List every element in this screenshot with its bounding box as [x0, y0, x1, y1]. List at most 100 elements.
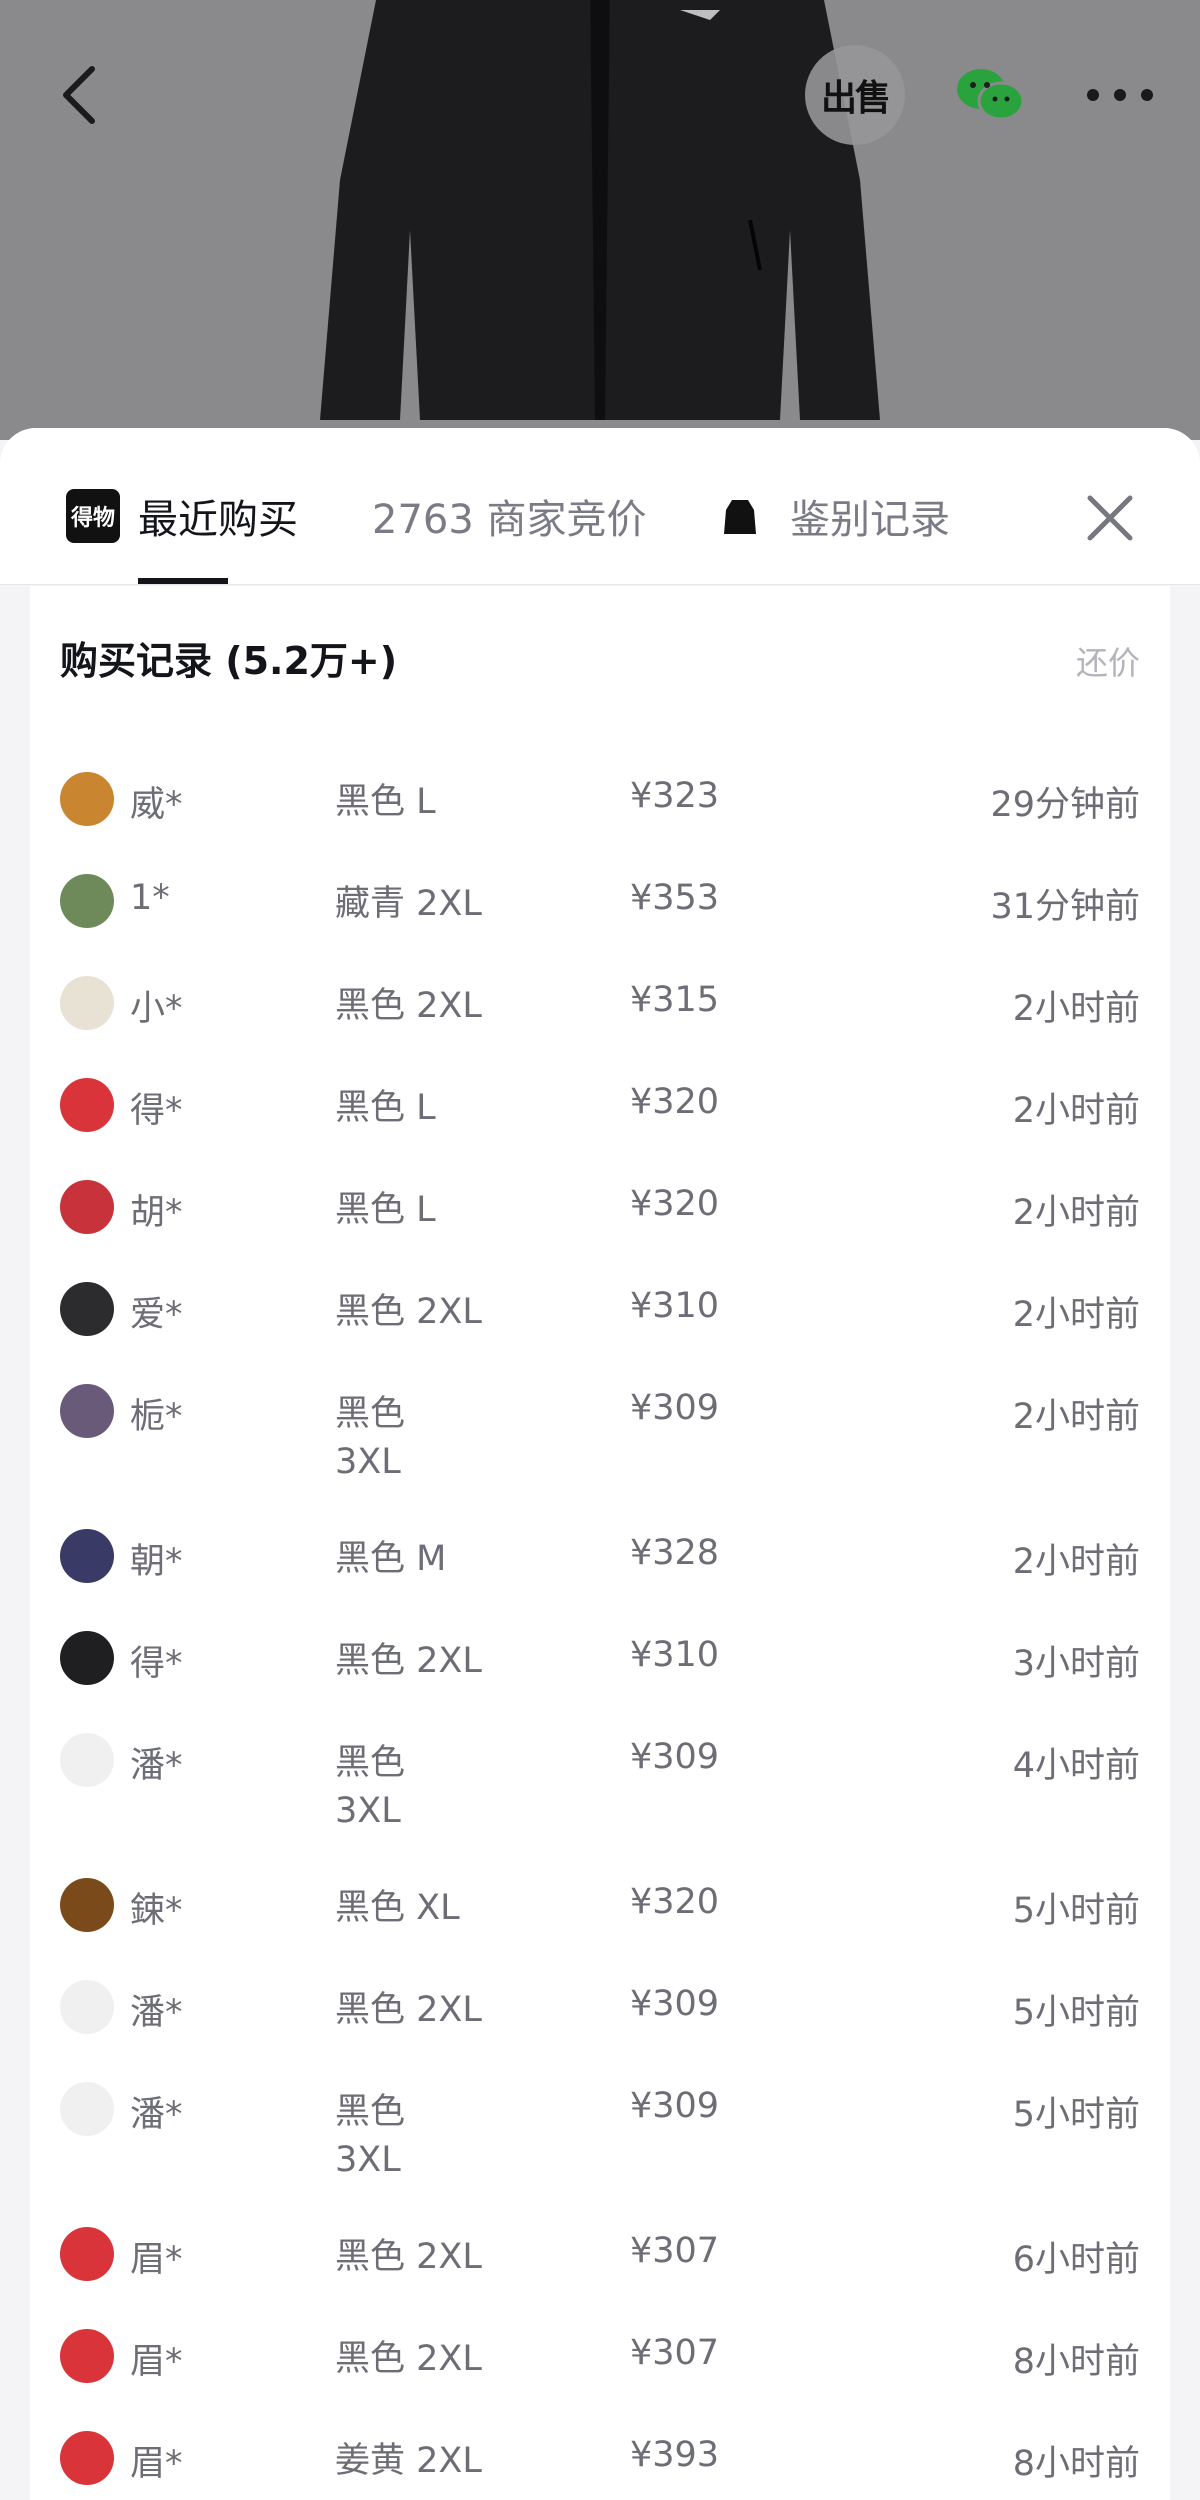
sku-color: 黑色	[335, 1888, 417, 1928]
sku-size: XL	[416, 1888, 460, 1928]
sku-spec: 黑色 2XL	[335, 1288, 482, 1336]
jacket-thumbnail-icon	[724, 500, 756, 534]
sku-size: 2XL	[416, 2441, 482, 2481]
ellipsis-icon	[1087, 89, 1153, 101]
tab-authentication-records[interactable]: 鉴别记录	[720, 486, 950, 546]
user-avatar	[60, 2431, 114, 2485]
user-avatar	[60, 1384, 114, 1438]
sku-spec: 黑色 L	[335, 778, 436, 826]
sell-label: 出售	[820, 78, 891, 119]
sku-spec: 黑色 2XL	[335, 1986, 482, 2034]
purchase-time: 5小时前	[1012, 1891, 1140, 1931]
user-name: 潘*	[130, 2095, 183, 2135]
tab-auth-label: 鉴别记录	[790, 497, 950, 543]
user-avatar	[60, 2082, 114, 2136]
price: ¥320	[630, 1082, 720, 1122]
user-name: 眉*	[130, 2342, 183, 2382]
close-icon	[1087, 495, 1133, 541]
sku-spec: 黑色 2XL	[335, 982, 482, 1030]
sku-spec: 黑色 3XL	[335, 2088, 405, 2184]
wechat-icon	[957, 69, 1025, 121]
sku-spec: 黑色 L	[335, 1084, 436, 1132]
purchase-time: 5小时前	[1012, 1993, 1140, 2033]
user-avatar	[60, 1529, 114, 1583]
sku-size: 2XL	[416, 2339, 482, 2379]
user-name: 朝*	[130, 1542, 183, 1582]
user-name: 潘*	[130, 1746, 183, 1786]
price: ¥320	[630, 1184, 720, 1224]
user-avatar	[60, 1878, 114, 1932]
purchase-time: 2小时前	[1012, 1397, 1140, 1437]
sku-size: L	[416, 1190, 436, 1230]
sku-spec: 黑色 2XL	[335, 2335, 482, 2383]
tab-bar: 得物 最近购买 2763 商家竞价 鉴别记录	[0, 428, 1200, 585]
purchase-time: 2小时前	[1012, 1295, 1140, 1335]
purchase-time: 3小时前	[1012, 1644, 1140, 1684]
sku-color: 黑色	[335, 1088, 417, 1128]
user-name: 爱*	[130, 1295, 183, 1335]
user-name: 栀*	[130, 1397, 183, 1437]
purchase-time: 6小时前	[1012, 2240, 1140, 2280]
sku-spec: 黑色 L	[335, 1186, 436, 1234]
purchase-time: 4小时前	[1012, 1746, 1140, 1786]
price: ¥393	[630, 2435, 720, 2475]
user-name: 眉*	[130, 2444, 183, 2484]
sku-spec: 黑色 M	[335, 1535, 446, 1583]
sku-spec: 姜黄 2XL	[335, 2437, 482, 2485]
sku-size: 3XL	[335, 1442, 401, 1482]
sku-color: 黑色	[335, 782, 417, 822]
close-button[interactable]	[1080, 488, 1140, 548]
sku-color: 黑色	[335, 1190, 417, 1230]
price: ¥309	[630, 1984, 720, 2024]
user-avatar	[60, 2329, 114, 2383]
sku-color: 藏青	[335, 884, 417, 924]
sku-color: 黑色	[335, 2237, 417, 2277]
sku-spec: 黑色 3XL	[335, 1739, 405, 1835]
price: ¥353	[630, 878, 720, 918]
user-avatar	[60, 1078, 114, 1132]
chevron-left-icon	[63, 66, 95, 124]
sku-color: 黑色	[335, 1990, 417, 2030]
purchase-time: 8小时前	[1012, 2342, 1140, 2382]
user-name: 得*	[130, 1091, 183, 1131]
purchase-time: 2小时前	[1012, 989, 1140, 1029]
user-name: 得*	[130, 1644, 183, 1684]
user-avatar	[60, 1631, 114, 1685]
user-avatar	[60, 772, 114, 826]
price: ¥307	[630, 2231, 720, 2271]
user-avatar	[60, 976, 114, 1030]
price: ¥320	[630, 1882, 720, 1922]
sku-color: 黑色	[335, 2339, 417, 2379]
back-button[interactable]	[50, 60, 110, 130]
counter-offer-link[interactable]: 还价	[1076, 638, 1140, 684]
sku-size: 2XL	[416, 1641, 482, 1681]
sku-spec: 黑色 2XL	[335, 1637, 482, 1685]
sku-spec: 黑色 3XL	[335, 1390, 405, 1486]
sku-color: 黑色	[335, 986, 417, 1026]
tab-recent-label: 最近购买	[138, 497, 298, 543]
purchase-time: 29分钟前	[990, 785, 1140, 825]
user-avatar	[60, 2227, 114, 2281]
sku-color: 黑色	[335, 1292, 417, 1332]
price: ¥307	[630, 2333, 720, 2373]
purchase-time: 31分钟前	[990, 887, 1140, 927]
price: ¥315	[630, 980, 720, 1020]
more-button[interactable]	[1080, 70, 1160, 120]
user-name: 1*	[130, 878, 170, 918]
price: ¥323	[630, 776, 720, 816]
tab-bid-label: 2763 商家竞价	[372, 497, 647, 543]
sku-size: 3XL	[335, 1791, 401, 1831]
user-avatar	[60, 1180, 114, 1234]
sku-size: M	[416, 1539, 447, 1579]
sell-button[interactable]: 出售	[805, 45, 905, 145]
tab-recent-purchases[interactable]: 得物 最近购买	[66, 486, 298, 546]
tab-merchant-bids[interactable]: 2763 商家竞价	[372, 486, 647, 546]
user-name: 胡*	[130, 1193, 183, 1233]
purchase-records-sheet: 得物 最近购买 2763 商家竞价 鉴别记录 购买记录 (5.2万+) 还价 威…	[0, 428, 1200, 2500]
price: ¥328	[630, 1533, 720, 1573]
price: ¥309	[630, 1388, 720, 1428]
sku-size: 3XL	[335, 2140, 401, 2180]
sku-size: 2XL	[416, 884, 482, 924]
wechat-share-button[interactable]	[950, 60, 1030, 130]
purchase-time: 5小时前	[1012, 2095, 1140, 2135]
